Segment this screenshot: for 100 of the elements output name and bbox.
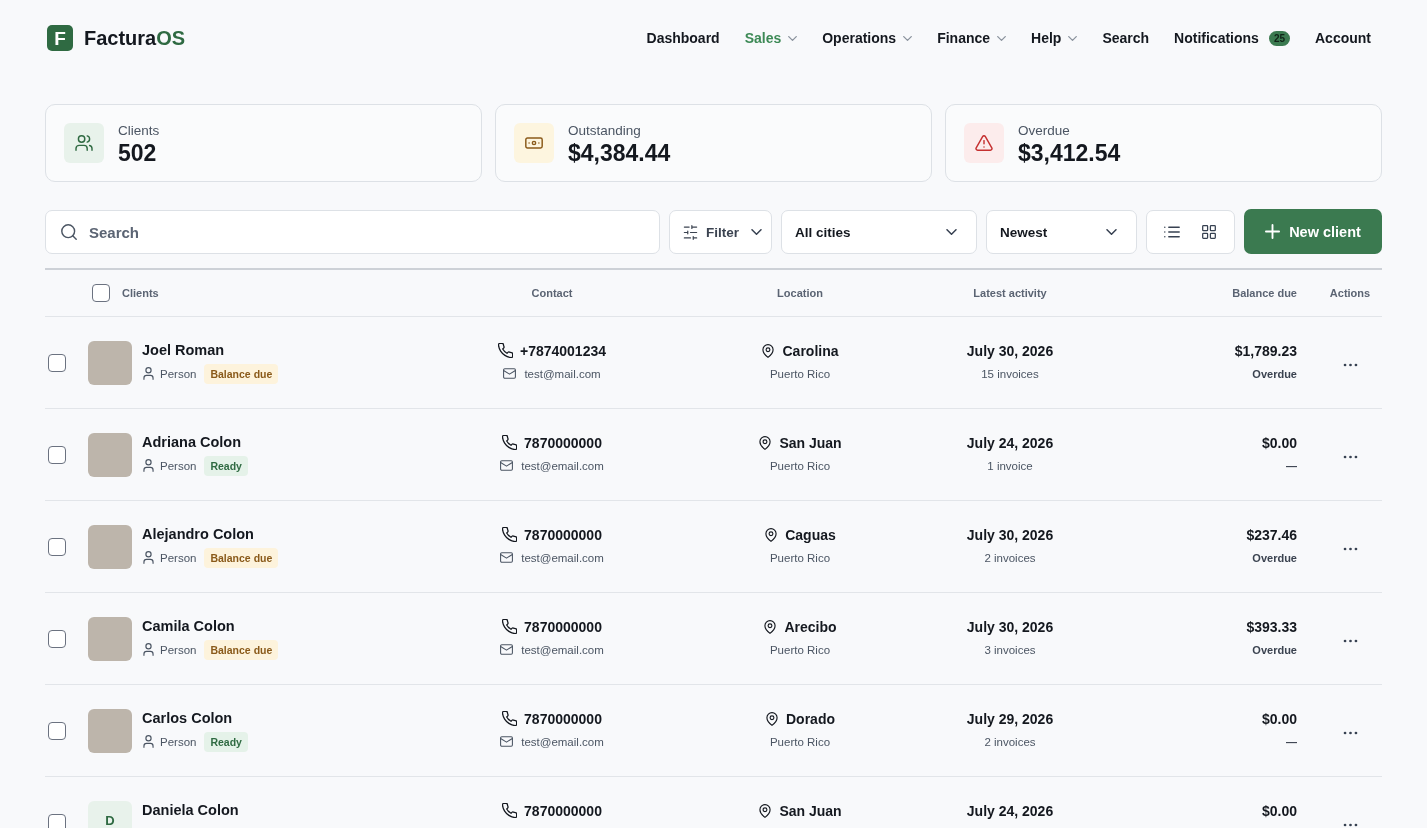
sort-select[interactable]: Newest (986, 210, 1137, 254)
banknote-icon (525, 135, 543, 151)
row-checkbox[interactable] (48, 629, 66, 648)
invoice-count: 2 invoices (984, 550, 1036, 566)
column-header: Balance due (1232, 287, 1297, 299)
search-field[interactable]: Search (45, 210, 660, 254)
more-icon[interactable] (1342, 546, 1358, 551)
phone-number: 7870000000 (524, 709, 602, 729)
filter-button[interactable]: Filter (669, 210, 772, 254)
plus-icon (1265, 224, 1281, 239)
balance-status: Overdue (1252, 550, 1297, 566)
row-checkbox[interactable] (48, 537, 66, 556)
phone-icon (502, 619, 518, 634)
new-client-button[interactable]: New client (1244, 209, 1382, 254)
brand-name: FacturaOS (84, 26, 186, 50)
status-badge: Balance due (204, 363, 279, 384)
select-all-checkbox[interactable] (92, 284, 110, 302)
stat-label: Clients (118, 122, 160, 138)
email-address: test@email.com (521, 550, 604, 566)
map-pin-icon (763, 619, 778, 634)
client-name: Camila Colon (142, 616, 235, 636)
activity-date: July 24, 2026 (966, 433, 1054, 453)
photo-placeholder (88, 340, 132, 385)
search-icon (61, 224, 77, 240)
more-icon[interactable] (1342, 454, 1358, 459)
mail-icon (500, 735, 514, 748)
activity-date: July 30, 2026 (966, 617, 1054, 637)
map-pin-icon (761, 343, 776, 358)
balance-amount: $0.00 (1261, 433, 1297, 453)
person-icon (142, 459, 155, 472)
more-icon[interactable] (1342, 822, 1358, 827)
client-name: Joel Roman (142, 340, 225, 360)
status-badge: Balance due (204, 639, 279, 660)
nav-link[interactable]: Search (1102, 30, 1150, 46)
map-pin-icon (764, 527, 779, 542)
photo-placeholder (88, 708, 132, 753)
balance-status: Overdue (1252, 366, 1297, 382)
map-pin-icon (758, 435, 773, 450)
client-name: Daniela Colon (142, 800, 239, 820)
nav-link[interactable]: Account (1315, 30, 1371, 46)
phone-icon (502, 527, 518, 542)
status-badge: Ready (204, 455, 248, 476)
activity-date: July 30, 2026 (966, 341, 1054, 361)
phone-icon (502, 435, 518, 450)
city-name: Carolina (782, 341, 839, 361)
phone-number: +7874001234 (519, 341, 606, 361)
nav-link[interactable]: Sales (744, 30, 798, 46)
column-header: Latest activity (973, 287, 1047, 299)
balance-status: — (1286, 734, 1297, 750)
column-header: Actions (1329, 287, 1371, 299)
more-icon[interactable] (1342, 638, 1358, 643)
grid-icon (1202, 225, 1217, 239)
avatar-initial: D (88, 800, 132, 828)
status-badge: Balance due (204, 547, 279, 568)
client-type: Person (160, 459, 197, 472)
client-name: Carlos Colon (142, 708, 233, 728)
mail-icon (500, 459, 514, 472)
logo-mark[interactable]: F (47, 25, 73, 51)
nav-link[interactable]: Operations (822, 30, 913, 46)
row-checkbox[interactable] (48, 445, 66, 464)
column-header: Clients (122, 287, 159, 299)
stat-label: Overdue (1018, 122, 1071, 138)
city-select[interactable]: All cities (781, 210, 977, 254)
stat-value: $4,384.44 (568, 140, 671, 166)
city-name: Dorado (786, 709, 835, 729)
person-icon (142, 551, 155, 564)
phone-number: 7870000000 (524, 525, 602, 545)
chevron-down-icon (751, 229, 762, 235)
client-type: Person (160, 643, 197, 656)
country-name: Puerto Rico (769, 642, 831, 658)
nav-link[interactable]: Notifications 25 (1174, 30, 1290, 46)
balance-amount: $1,789.23 (1234, 341, 1297, 361)
list-icon (1163, 224, 1180, 240)
country-name: Puerto Rico (769, 550, 831, 566)
city-name: San Juan (779, 433, 842, 453)
email-address: test@mail.com (524, 366, 601, 382)
client-type: Person (160, 735, 197, 748)
client-type: Person (160, 551, 197, 564)
more-icon[interactable] (1342, 362, 1358, 367)
stat-value: $3,412.54 (1018, 140, 1121, 166)
invoice-count: 15 invoices (981, 366, 1039, 382)
row-checkbox[interactable] (48, 353, 66, 372)
email-address: test@email.com (521, 734, 604, 750)
row-checkbox[interactable] (48, 721, 66, 740)
more-icon[interactable] (1342, 730, 1358, 735)
city-name: Arecibo (784, 617, 837, 637)
balance-amount: $393.33 (1246, 617, 1297, 637)
row-checkbox[interactable] (48, 813, 66, 828)
mail-icon (500, 551, 514, 564)
phone-icon (502, 711, 518, 726)
balance-amount: $0.00 (1261, 801, 1297, 821)
nav-link[interactable]: Finance (937, 30, 1007, 46)
person-icon (142, 643, 155, 656)
notification-count: 25 (1268, 30, 1290, 46)
city-name: Caguas (785, 525, 836, 545)
balance-status: Overdue (1252, 642, 1297, 658)
country-name: Puerto Rico (769, 366, 831, 382)
nav-link[interactable]: Dashboard (646, 30, 720, 46)
invoice-count: 2 invoices (984, 734, 1036, 750)
nav-link[interactable]: Help (1031, 30, 1078, 46)
